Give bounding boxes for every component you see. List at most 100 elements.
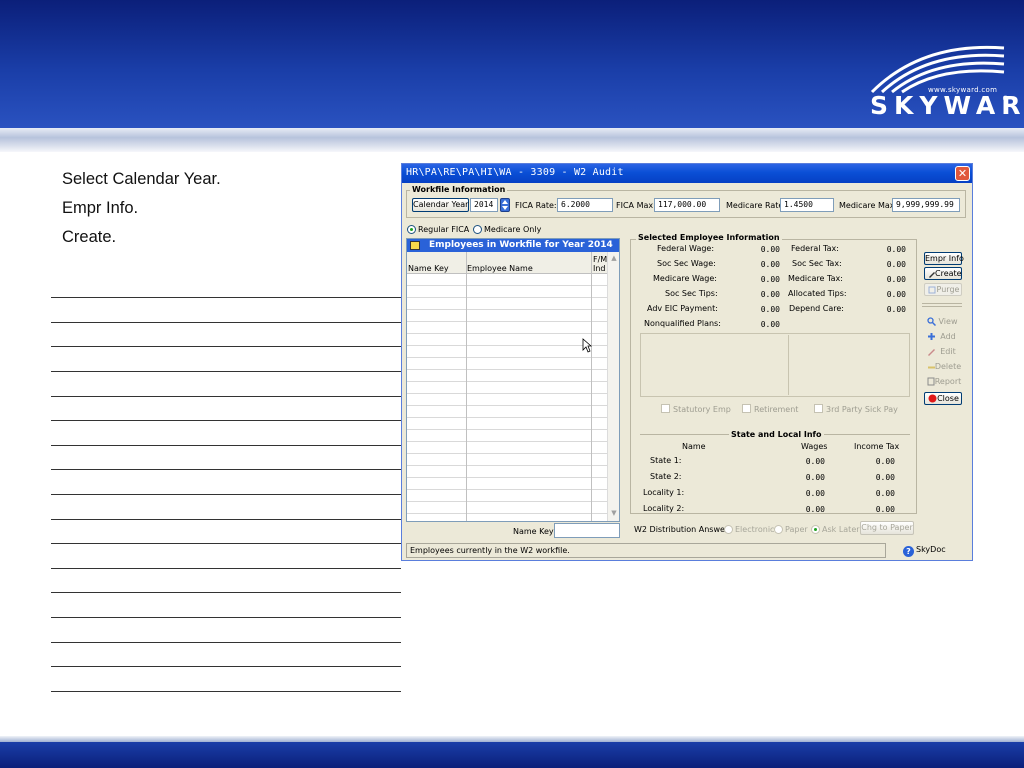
- locality-1-wages: 0.00: [805, 489, 825, 498]
- employee-list[interactable]: Employees in Workfile for Year 2014 Name…: [406, 238, 620, 522]
- note-line-1: Select Calendar Year.: [62, 170, 221, 188]
- retirement-checkbox[interactable]: [742, 404, 751, 413]
- report-button-label: Report: [934, 377, 962, 386]
- adv-eic-label: Adv EIC Payment:: [647, 304, 718, 313]
- federal-wage-label: Federal Wage:: [657, 244, 715, 253]
- paper-label: Paper: [785, 525, 808, 534]
- column-employee-name[interactable]: Employee Name: [467, 264, 533, 273]
- close-button[interactable]: Close: [924, 392, 962, 405]
- delete-button-label: Delete: [934, 362, 962, 371]
- statutory-emp-checkbox[interactable]: [661, 404, 670, 413]
- minus-icon: [928, 366, 935, 369]
- medicare-max-field[interactable]: 9,999,999.99: [892, 198, 960, 212]
- fica-max-field[interactable]: 117,000.00: [654, 198, 720, 212]
- electronic-label: Electronic: [735, 525, 775, 534]
- purge-button-label: Purge: [936, 285, 960, 294]
- note-rule: [51, 322, 401, 323]
- regular-fica-radio[interactable]: [407, 225, 416, 234]
- nonqualified-plans-value: 0.00: [760, 320, 780, 329]
- magnifier-icon: [927, 317, 936, 326]
- calendar-year-button[interactable]: Calendar Year: [412, 198, 469, 212]
- employee-list-title: Employees in Workfile for Year 2014: [429, 240, 613, 250]
- third-party-sick-pay-checkbox[interactable]: [814, 404, 823, 413]
- medicare-wage-label: Medicare Wage:: [653, 274, 717, 283]
- create-button[interactable]: Create: [924, 267, 962, 280]
- state-1-tax: 0.00: [875, 457, 895, 466]
- note-rule: [51, 543, 401, 544]
- name-key-search-label: Name Key:: [513, 527, 556, 536]
- w2-distribution-label: W2 Distribution Answer:: [634, 525, 731, 534]
- edit-button-label: Edit: [940, 347, 956, 356]
- federal-wage-value: 0.00: [760, 245, 780, 254]
- retirement-label: Retirement: [754, 405, 799, 414]
- window-titlebar[interactable]: HR\PA\RE\PA\HI\WA - 3309 - W2 Audit ✕: [402, 164, 972, 183]
- side-button-separator: [922, 306, 962, 307]
- column-name-key[interactable]: Name Key: [408, 264, 449, 273]
- ask-later-label: Ask Later: [822, 525, 860, 534]
- medicare-max-label: Medicare Max:: [839, 201, 898, 210]
- employee-list-scrollbar[interactable]: ▲ ▼: [607, 252, 619, 521]
- delete-button[interactable]: Delete: [924, 361, 962, 374]
- column-fm[interactable]: F/M: [593, 255, 607, 264]
- report-button[interactable]: Report: [924, 376, 962, 389]
- report-icon: [927, 377, 935, 386]
- mouse-pointer-icon: [582, 338, 592, 353]
- medicare-rate-field[interactable]: 1.4500: [780, 198, 834, 212]
- employee-list-rows[interactable]: [407, 274, 607, 521]
- add-button-label: Add: [940, 332, 956, 341]
- view-button-label: View: [938, 317, 958, 326]
- soc-sec-wage-value: 0.00: [760, 260, 780, 269]
- state-local-col-income-tax: Income Tax: [854, 442, 900, 451]
- locality-2-wages: 0.00: [805, 505, 825, 514]
- note-rule: [51, 494, 401, 495]
- pencil-icon: [929, 272, 935, 278]
- ask-later-radio[interactable]: [811, 525, 820, 534]
- purge-button[interactable]: Purge: [924, 283, 962, 296]
- state-local-label: State and Local Info: [729, 430, 824, 439]
- state-1-wages: 0.00: [805, 457, 825, 466]
- adv-eic-value: 0.00: [760, 305, 780, 314]
- window-title: HR\PA\RE\PA\HI\WA - 3309 - W2 Audit: [406, 167, 624, 178]
- employee-list-columns: Name Key Employee Name F/M Ind: [407, 252, 607, 274]
- medicare-rate-label: Medicare Rate:: [726, 201, 787, 210]
- note-rule: [51, 420, 401, 421]
- edit-button[interactable]: Edit: [924, 346, 962, 359]
- locality-1-tax: 0.00: [875, 489, 895, 498]
- chg-to-paper-button[interactable]: Chg to Paper: [860, 521, 914, 535]
- column-ind[interactable]: Ind: [593, 264, 606, 273]
- scroll-up-icon[interactable]: ▲: [609, 253, 619, 263]
- logo-registered-mark: ®: [1002, 95, 1009, 103]
- calendar-year-field[interactable]: 2014: [470, 198, 498, 212]
- state-2-wages: 0.00: [805, 473, 825, 482]
- fica-max-label: FICA Max:: [616, 201, 656, 210]
- skydoc-button[interactable]: ? SkyDoc: [903, 543, 947, 558]
- fica-rate-field[interactable]: 6.2000: [557, 198, 613, 212]
- logo-wordmark: SKYWARD: [870, 91, 1024, 120]
- soc-sec-tax-value: 0.00: [886, 260, 906, 269]
- medicare-tax-label: Medicare Tax:: [788, 274, 843, 283]
- name-key-search-input[interactable]: [554, 523, 620, 538]
- help-icon: ?: [903, 546, 914, 557]
- nonqualified-plans-label: Nonqualified Plans:: [644, 319, 721, 328]
- state-2-label: State 2:: [650, 472, 682, 481]
- chart-icon: [410, 241, 420, 250]
- empr-info-button[interactable]: Empr Info: [924, 252, 964, 265]
- panel-divider: [788, 335, 789, 395]
- paper-radio[interactable]: [774, 525, 783, 534]
- note-rule: [51, 642, 401, 643]
- close-icon[interactable]: ✕: [955, 166, 970, 181]
- state-2-tax: 0.00: [875, 473, 895, 482]
- calendar-year-spinner-icon[interactable]: [500, 198, 510, 212]
- medicare-only-radio[interactable]: [473, 225, 482, 234]
- employee-list-header: Employees in Workfile for Year 2014: [407, 239, 619, 252]
- skydoc-label: SkyDoc: [916, 545, 946, 554]
- add-button[interactable]: Add: [924, 331, 962, 344]
- electronic-radio[interactable]: [724, 525, 733, 534]
- note-rule: [51, 371, 401, 372]
- note-rule: [51, 568, 401, 569]
- fica-rate-label: FICA Rate:: [515, 201, 557, 210]
- locality-2-tax: 0.00: [875, 505, 895, 514]
- scroll-down-icon[interactable]: ▼: [609, 508, 619, 518]
- view-button[interactable]: View: [924, 316, 962, 329]
- side-button-separator: [922, 303, 962, 304]
